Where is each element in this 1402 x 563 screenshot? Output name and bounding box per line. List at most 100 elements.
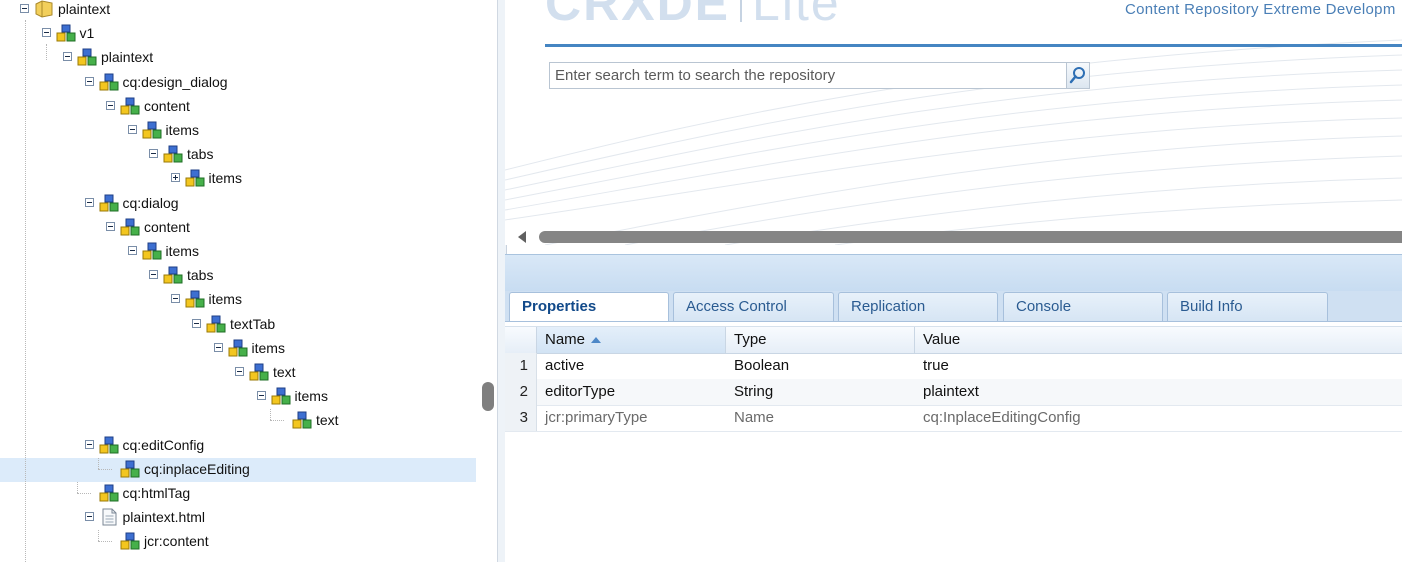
tree-node[interactable]: plaintext.html — [0, 506, 496, 530]
file-icon — [99, 508, 119, 526]
column-header-type[interactable]: Type — [726, 327, 915, 353]
grid-header: Name Type Value — [505, 326, 1402, 354]
tree-node[interactable]: content — [0, 95, 496, 119]
tree-node[interactable]: items — [0, 337, 496, 361]
tree-connector — [270, 420, 284, 422]
jcr-node-icon — [99, 73, 119, 91]
tree-node-label: jcr:content — [144, 533, 209, 550]
collapse-toggle-icon[interactable] — [84, 439, 94, 449]
jcr-node-icon — [163, 266, 183, 284]
tree-connector — [76, 493, 91, 494]
column-header-value-label: Value — [923, 331, 961, 348]
tree-node[interactable]: plaintext — [0, 46, 496, 70]
column-header-name-label: Name — [545, 331, 586, 348]
column-header-type-label: Type — [734, 331, 767, 348]
tree-node-label: items — [251, 339, 285, 356]
collapse-toggle-icon[interactable] — [149, 270, 158, 280]
tree-node[interactable]: items — [0, 288, 496, 312]
tree-node[interactable]: cq:htmlTag — [0, 482, 496, 506]
tree-node[interactable]: cq:dialog — [0, 192, 496, 216]
tree-node[interactable]: tabs — [0, 143, 496, 167]
tree-node[interactable]: items — [0, 240, 496, 264]
tree-node-label: cq:dialog — [122, 194, 179, 211]
jcr-node-icon — [249, 363, 269, 381]
tab-build-info[interactable]: Build Info — [1167, 292, 1328, 321]
collapse-toggle-icon[interactable] — [84, 76, 94, 86]
tab-console[interactable]: Console — [1003, 292, 1163, 321]
properties-grid: Name Type Value 1 active Boolean true 2 … — [505, 321, 1402, 563]
tree-node-label: items — [165, 122, 199, 138]
header-background-swoosh — [505, 39, 1402, 245]
tree-node[interactable]: items — [0, 167, 496, 191]
tab-properties[interactable]: Properties — [509, 292, 669, 322]
tree-node[interactable]: cq:design_dialog — [0, 71, 496, 95]
tree-node[interactable]: items — [0, 119, 496, 143]
jcr-node-icon — [292, 411, 312, 429]
tree-node[interactable]: tabs — [0, 264, 496, 288]
sort-ascending-icon — [591, 337, 602, 344]
tree-node[interactable]: text — [0, 409, 496, 433]
collapse-toggle-icon[interactable] — [235, 367, 244, 376]
jcr-node-icon — [185, 169, 205, 187]
table-row[interactable]: 3 jcr:primaryType Name cq:InplaceEditing… — [505, 405, 1402, 432]
header: CRXDE Lite Content Repository Extreme Dev… — [505, 0, 1402, 245]
tree-connector — [76, 482, 78, 493]
jcr-node-icon — [185, 290, 205, 308]
collapse-toggle-icon[interactable] — [63, 52, 72, 62]
tree-node[interactable]: items — [0, 385, 496, 409]
search-input[interactable] — [549, 62, 1067, 89]
tree-node-label: items — [294, 388, 328, 405]
jcr-node-icon — [120, 532, 140, 550]
tab-replication[interactable]: Replication — [838, 292, 998, 321]
collapse-toggle-icon[interactable] — [127, 125, 137, 134]
tree-node-label: plaintext — [101, 49, 154, 66]
crxde-lite-logo: CRXDE Lite — [545, 0, 841, 32]
tree-trunk-line — [25, 20, 26, 562]
tree-connector — [98, 541, 112, 543]
tree-node[interactable]: text — [0, 361, 496, 385]
collapse-toggle-icon[interactable] — [106, 221, 115, 231]
header-horizontal-scrollbar[interactable] — [539, 231, 1402, 243]
column-header-value[interactable]: Value — [915, 327, 1402, 353]
tree-node-label: content — [144, 218, 190, 235]
property-type: String — [734, 383, 774, 400]
tree-node-label: tabs — [187, 267, 214, 284]
expand-toggle-icon[interactable] — [170, 173, 180, 183]
row-number: 2 — [505, 379, 537, 405]
tree-node[interactable]: jcr:content — [0, 530, 496, 554]
table-row[interactable]: 1 active Boolean true — [505, 353, 1402, 380]
tree-node-label: plaintext — [58, 1, 111, 17]
collapse-toggle-icon[interactable] — [170, 294, 180, 304]
collapse-toggle-icon[interactable] — [20, 4, 29, 13]
collapse-toggle-icon[interactable] — [149, 149, 158, 159]
collapse-toggle-icon[interactable] — [192, 318, 201, 328]
table-row[interactable]: 2 editorType String plaintext — [505, 379, 1402, 406]
tree-node-label: cq:design_dialog — [122, 73, 228, 90]
tree-node[interactable]: cq:inplaceEditing — [0, 457, 476, 482]
tree-scrollbar-thumb[interactable] — [482, 382, 494, 411]
collapse-toggle-icon[interactable] — [213, 342, 223, 352]
jcr-node-icon — [99, 436, 119, 454]
logo-sub-text: Lite — [752, 0, 841, 31]
collapse-toggle-icon[interactable] — [256, 391, 266, 401]
collapse-toggle-icon[interactable] — [106, 100, 115, 110]
jcr-node-icon — [56, 24, 76, 42]
tree-node[interactable]: content — [0, 216, 496, 240]
tree-node[interactable]: v1 — [0, 22, 496, 46]
tree-node-label: cq:inplaceEditing — [144, 460, 250, 477]
tab-access-control[interactable]: Access Control — [673, 292, 834, 321]
search-button[interactable] — [1067, 62, 1090, 89]
jcr-node-icon — [142, 242, 162, 260]
collapse-toggle-icon[interactable] — [84, 197, 94, 207]
header-rule — [545, 44, 1402, 47]
tree-node[interactable]: cq:editConfig — [0, 434, 496, 458]
column-header-name[interactable]: Name — [537, 327, 726, 353]
tree-node[interactable]: plaintext — [0, 0, 496, 22]
property-name: editorType — [545, 383, 616, 400]
collapse-toggle-icon[interactable] — [41, 28, 51, 38]
collapse-toggle-icon[interactable] — [127, 246, 137, 255]
panel-title-bar — [505, 254, 1402, 292]
collapse-toggle-icon[interactable] — [84, 512, 94, 522]
scroll-left-arrow-icon[interactable] — [518, 231, 526, 243]
tree-node[interactable]: textTab — [0, 313, 496, 337]
